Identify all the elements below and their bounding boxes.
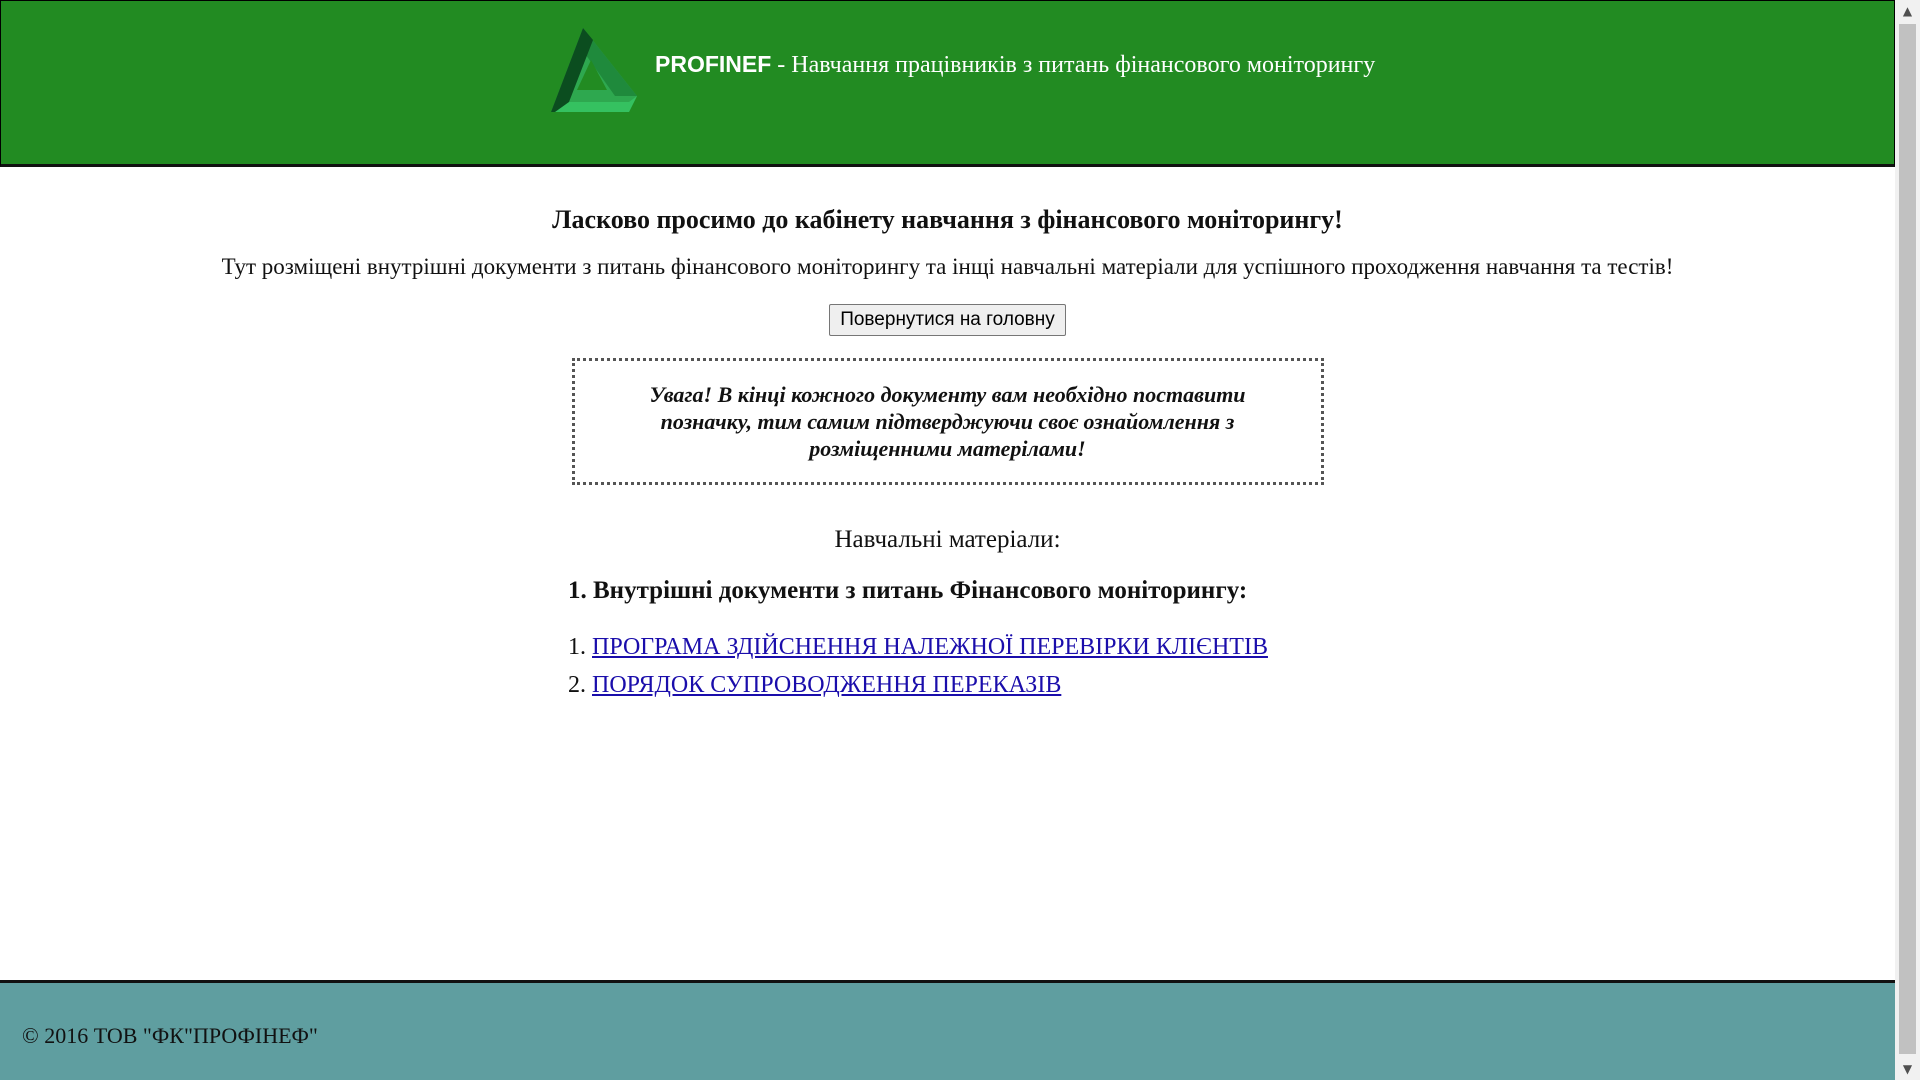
list-item: 2. ПОРЯДОК СУПРОВОДЖЕННЯ ПЕРЕКАЗІВ	[568, 666, 1268, 704]
materials-title: Навчальні матеріали:	[834, 526, 1061, 553]
vertical-scrollbar[interactable]: ▲ ▼	[1895, 0, 1920, 1080]
document-link-program[interactable]: ПРОГРАМА ЗДІЙСНЕННЯ НАЛЕЖНОЇ ПЕРЕВІРКИ К…	[592, 634, 1268, 660]
notice-box: Увага! В кінці кожного документу вам нео…	[571, 358, 1324, 485]
list-item-number: 1.	[568, 634, 586, 660]
scroll-thumb[interactable]	[1899, 24, 1916, 1054]
list-item: 1. ПРОГРАМА ЗДІЙСНЕННЯ НАЛЕЖНОЇ ПЕРЕВІРК…	[568, 628, 1268, 666]
internal-docs-section: 1. Внутрішні документи з питань Фінансов…	[568, 576, 1268, 704]
copyright-text: © 2016 ТОВ "ФК"ПРОФІНЕФ"	[22, 1023, 318, 1048]
document-link-transfers[interactable]: ПОРЯДОК СУПРОВОДЖЕННЯ ПЕРЕКАЗІВ	[592, 672, 1061, 698]
welcome-heading: Ласково просимо до кабінету навчання з ф…	[552, 205, 1343, 234]
document-list: 1. ПРОГРАМА ЗДІЙСНЕННЯ НАЛЕЖНОЇ ПЕРЕВІРК…	[568, 628, 1268, 704]
triangle-logo-icon	[551, 28, 637, 112]
site-header: PROFINEF - Навчання працівників з питань…	[0, 0, 1895, 167]
scroll-up-arrow-icon[interactable]: ▲	[1895, 0, 1920, 22]
scroll-down-arrow-icon[interactable]: ▼	[1895, 1058, 1920, 1080]
brand-name: PROFINEF	[655, 51, 772, 77]
header-subtitle: - Навчання працівників з питань фінансов…	[771, 52, 1376, 78]
main-content: Ласково просимо до кабінету навчання з ф…	[0, 166, 1895, 555]
viewport: PROFINEF - Навчання працівників з питань…	[0, 0, 1895, 1080]
site-footer: © 2016 ТОВ "ФК"ПРОФІНЕФ"	[0, 980, 1895, 1080]
page: PROFINEF - Навчання працівників з питань…	[0, 0, 1920, 1080]
intro-text: Тут розміщені внутрішні документи з пита…	[221, 254, 1674, 279]
back-to-home-button[interactable]: Повернутися на головну	[829, 304, 1066, 336]
header-title: PROFINEF - Навчання працівників з питань…	[655, 51, 1375, 79]
section-title: 1. Внутрішні документи з питань Фінансов…	[568, 577, 1248, 604]
list-item-number: 2.	[568, 672, 586, 698]
